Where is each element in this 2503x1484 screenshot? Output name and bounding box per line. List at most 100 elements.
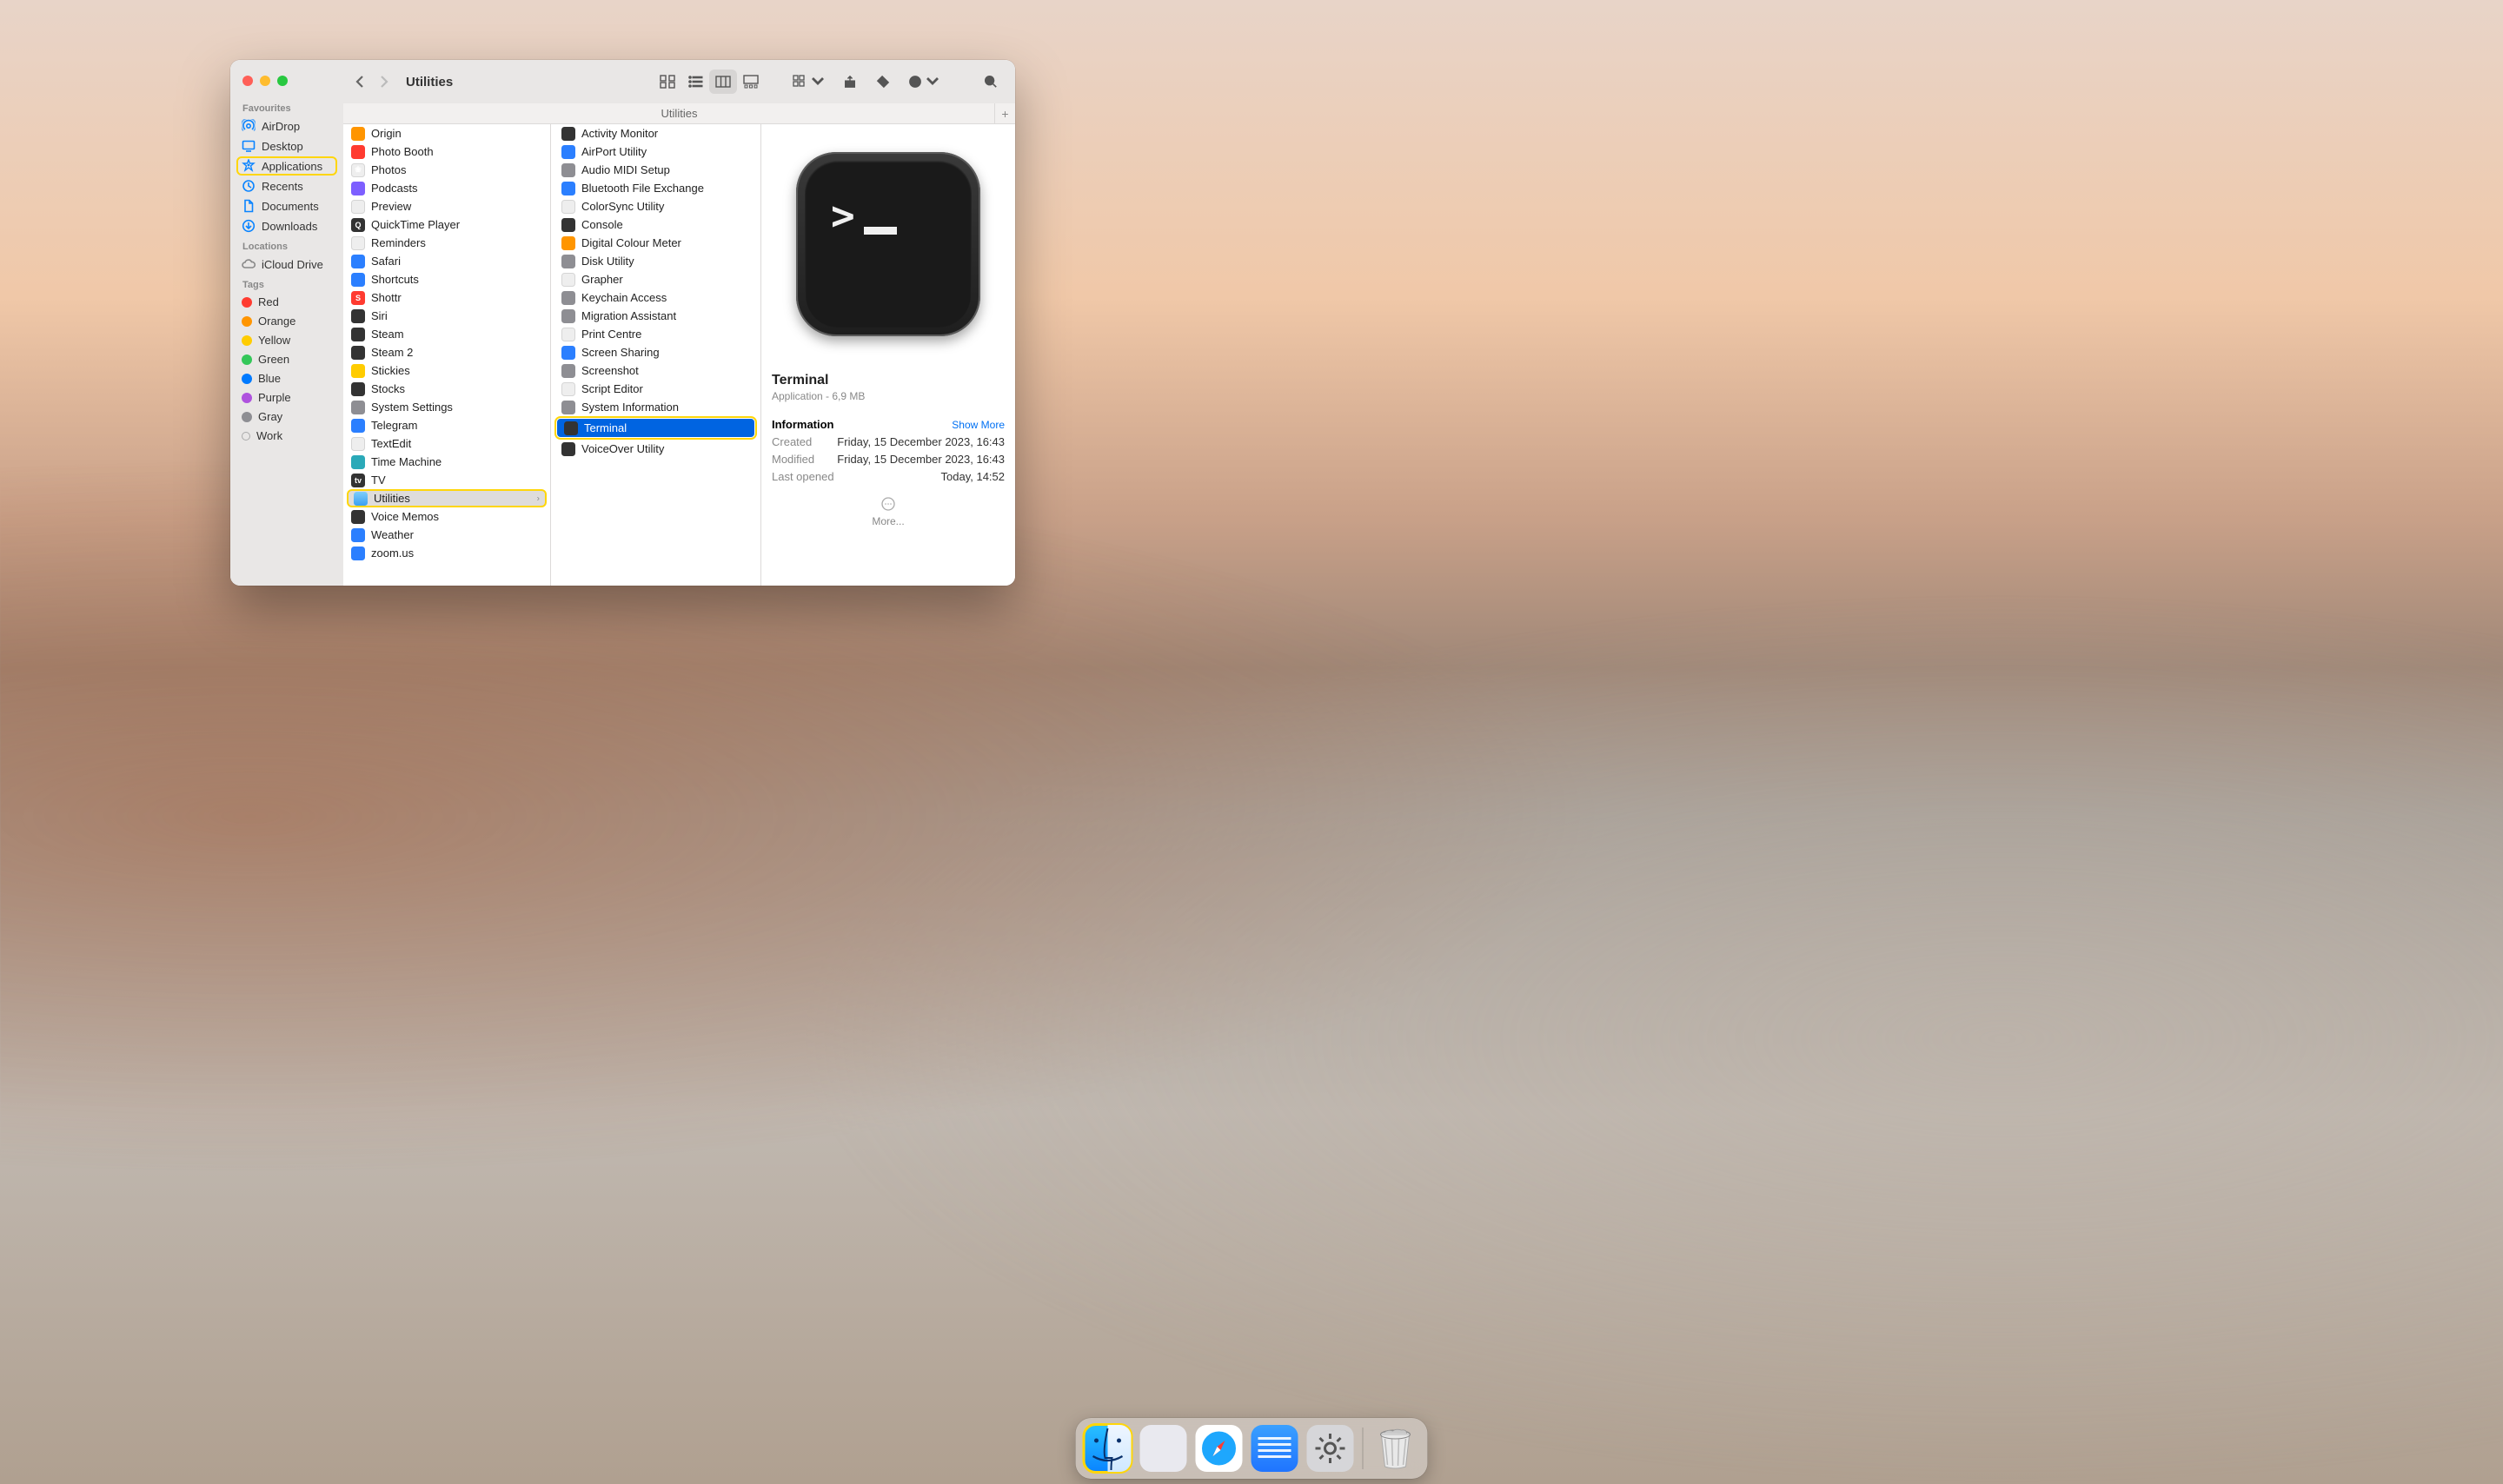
dock-finder[interactable] bbox=[1085, 1425, 1132, 1472]
app-icon bbox=[561, 346, 575, 360]
window-fullscreen-button[interactable] bbox=[277, 76, 288, 86]
tags-button[interactable] bbox=[869, 70, 897, 94]
preview-more-button[interactable] bbox=[772, 497, 1005, 513]
sidebar-item-yellow[interactable]: Yellow bbox=[236, 331, 337, 349]
dock-launchpad[interactable] bbox=[1140, 1425, 1187, 1472]
utilities-item-script-editor[interactable]: Script Editor bbox=[554, 380, 757, 398]
sidebar-item-label: Green bbox=[258, 353, 289, 366]
utilities-item-print-centre[interactable]: Print Centre bbox=[554, 325, 757, 343]
preview-name: Terminal bbox=[772, 373, 1005, 388]
action-button[interactable] bbox=[902, 70, 946, 94]
sidebar-item-purple[interactable]: Purple bbox=[236, 388, 337, 407]
applications-item-system-settings[interactable]: System Settings bbox=[347, 398, 547, 416]
utilities-item-terminal[interactable]: Terminal bbox=[557, 419, 754, 437]
applications-item-origin[interactable]: Origin bbox=[347, 124, 547, 142]
utilities-item-screenshot[interactable]: Screenshot bbox=[554, 361, 757, 380]
utilities-item-bluetooth-file-exchange[interactable]: Bluetooth File Exchange bbox=[554, 179, 757, 197]
applications-item-safari[interactable]: Safari bbox=[347, 252, 547, 270]
applications-item-shortcuts[interactable]: Shortcuts bbox=[347, 270, 547, 288]
app-icon bbox=[561, 273, 575, 287]
dock-trash[interactable] bbox=[1372, 1425, 1419, 1472]
share-button[interactable] bbox=[836, 70, 864, 94]
view-icons-button[interactable] bbox=[654, 70, 681, 94]
group-by-button[interactable] bbox=[787, 70, 831, 94]
dock-separator bbox=[1363, 1428, 1364, 1469]
utilities-item-audio-midi-setup[interactable]: Audio MIDI Setup bbox=[554, 161, 757, 179]
sidebar-item-orange[interactable]: Orange bbox=[236, 312, 337, 330]
applications-item-photos[interactable]: ❀Photos bbox=[347, 161, 547, 179]
app-icon bbox=[561, 442, 575, 456]
utilities-item-screen-sharing[interactable]: Screen Sharing bbox=[554, 343, 757, 361]
utilities-item-system-information[interactable]: System Information bbox=[554, 398, 757, 416]
sidebar: FavouritesAirDropDesktopApplicationsRece… bbox=[230, 60, 343, 586]
applications-item-preview[interactable]: Preview bbox=[347, 197, 547, 215]
applications-item-siri[interactable]: Siri bbox=[347, 307, 547, 325]
utilities-item-voiceover-utility[interactable]: VoiceOver Utility bbox=[554, 440, 757, 458]
utilities-item-colorsync-utility[interactable]: ColorSync Utility bbox=[554, 197, 757, 215]
item-label: Telegram bbox=[371, 419, 417, 432]
applications-item-zoom-us[interactable]: zoom.us bbox=[347, 544, 547, 562]
applications-item-stickies[interactable]: Stickies bbox=[347, 361, 547, 380]
sidebar-item-green[interactable]: Green bbox=[236, 350, 337, 368]
applications-item-textedit[interactable]: TextEdit bbox=[347, 434, 547, 453]
new-tab-button[interactable]: + bbox=[994, 103, 1015, 124]
path-bar-label[interactable]: Utilities bbox=[661, 107, 698, 120]
item-label: Stocks bbox=[371, 382, 405, 395]
applications-item-steam[interactable]: Steam bbox=[347, 325, 547, 343]
utilities-item-disk-utility[interactable]: Disk Utility bbox=[554, 252, 757, 270]
utilities-item-console[interactable]: Console bbox=[554, 215, 757, 234]
app-icon bbox=[561, 328, 575, 341]
window-close-button[interactable] bbox=[242, 76, 253, 86]
item-label: Print Centre bbox=[581, 328, 641, 341]
sidebar-item-recents[interactable]: Recents bbox=[236, 176, 337, 195]
dock-safari[interactable] bbox=[1196, 1425, 1243, 1472]
sidebar-item-applications[interactable]: Applications bbox=[236, 156, 337, 176]
utilities-item-migration-assistant[interactable]: Migration Assistant bbox=[554, 307, 757, 325]
sidebar-item-desktop[interactable]: Desktop bbox=[236, 136, 337, 156]
utilities-item-activity-monitor[interactable]: Activity Monitor bbox=[554, 124, 757, 142]
applications-item-podcasts[interactable]: Podcasts bbox=[347, 179, 547, 197]
app-icon bbox=[351, 127, 365, 141]
applications-item-tv[interactable]: tvTV bbox=[347, 471, 547, 489]
sidebar-item-icloud-drive[interactable]: iCloud Drive bbox=[236, 255, 337, 274]
sidebar-item-gray[interactable]: Gray bbox=[236, 407, 337, 426]
sidebar-item-downloads[interactable]: Downloads bbox=[236, 216, 337, 235]
nav-back-button[interactable] bbox=[350, 70, 371, 94]
applications-item-stocks[interactable]: Stocks bbox=[347, 380, 547, 398]
show-more-link[interactable]: Show More bbox=[952, 419, 1005, 431]
utilities-item-airport-utility[interactable]: AirPort Utility bbox=[554, 142, 757, 161]
view-columns-button[interactable] bbox=[709, 70, 737, 94]
item-label: System Information bbox=[581, 401, 679, 414]
icloud-icon bbox=[242, 257, 256, 271]
applications-item-telegram[interactable]: Telegram bbox=[347, 416, 547, 434]
applications-item-weather[interactable]: Weather bbox=[347, 526, 547, 544]
sidebar-item-documents[interactable]: Documents bbox=[236, 196, 337, 215]
applications-item-voice-memos[interactable]: Voice Memos bbox=[347, 507, 547, 526]
search-button[interactable] bbox=[977, 70, 1005, 94]
window-minimize-button[interactable] bbox=[260, 76, 270, 86]
applications-item-reminders[interactable]: Reminders bbox=[347, 234, 547, 252]
applications-item-steam-2[interactable]: Steam 2 bbox=[347, 343, 547, 361]
dock-reminders[interactable] bbox=[1252, 1425, 1298, 1472]
sidebar-item-blue[interactable]: Blue bbox=[236, 369, 337, 388]
preview-info-header: Information bbox=[772, 418, 834, 431]
view-list-button[interactable] bbox=[681, 70, 709, 94]
applications-item-photo-booth[interactable]: Photo Booth bbox=[347, 142, 547, 161]
applications-item-utilities[interactable]: Utilities› bbox=[347, 489, 547, 507]
view-gallery-button[interactable] bbox=[737, 70, 765, 94]
applications-item-quicktime-player[interactable]: QQuickTime Player bbox=[347, 215, 547, 234]
app-icon: S bbox=[351, 291, 365, 305]
utilities-item-keychain-access[interactable]: Keychain Access bbox=[554, 288, 757, 307]
applications-item-shottr[interactable]: SShottr bbox=[347, 288, 547, 307]
item-label: Digital Colour Meter bbox=[581, 236, 681, 249]
dock-system-settings[interactable] bbox=[1307, 1425, 1354, 1472]
utilities-item-grapher[interactable]: Grapher bbox=[554, 270, 757, 288]
applications-item-time-machine[interactable]: Time Machine bbox=[347, 453, 547, 471]
item-label: Reminders bbox=[371, 236, 426, 249]
utilities-item-digital-colour-meter[interactable]: Digital Colour Meter bbox=[554, 234, 757, 252]
documents-icon bbox=[242, 199, 256, 213]
sidebar-item-red[interactable]: Red bbox=[236, 293, 337, 311]
sidebar-item-airdrop[interactable]: AirDrop bbox=[236, 116, 337, 136]
sidebar-item-work[interactable]: Work bbox=[236, 427, 337, 445]
nav-forward-button[interactable] bbox=[373, 70, 394, 94]
